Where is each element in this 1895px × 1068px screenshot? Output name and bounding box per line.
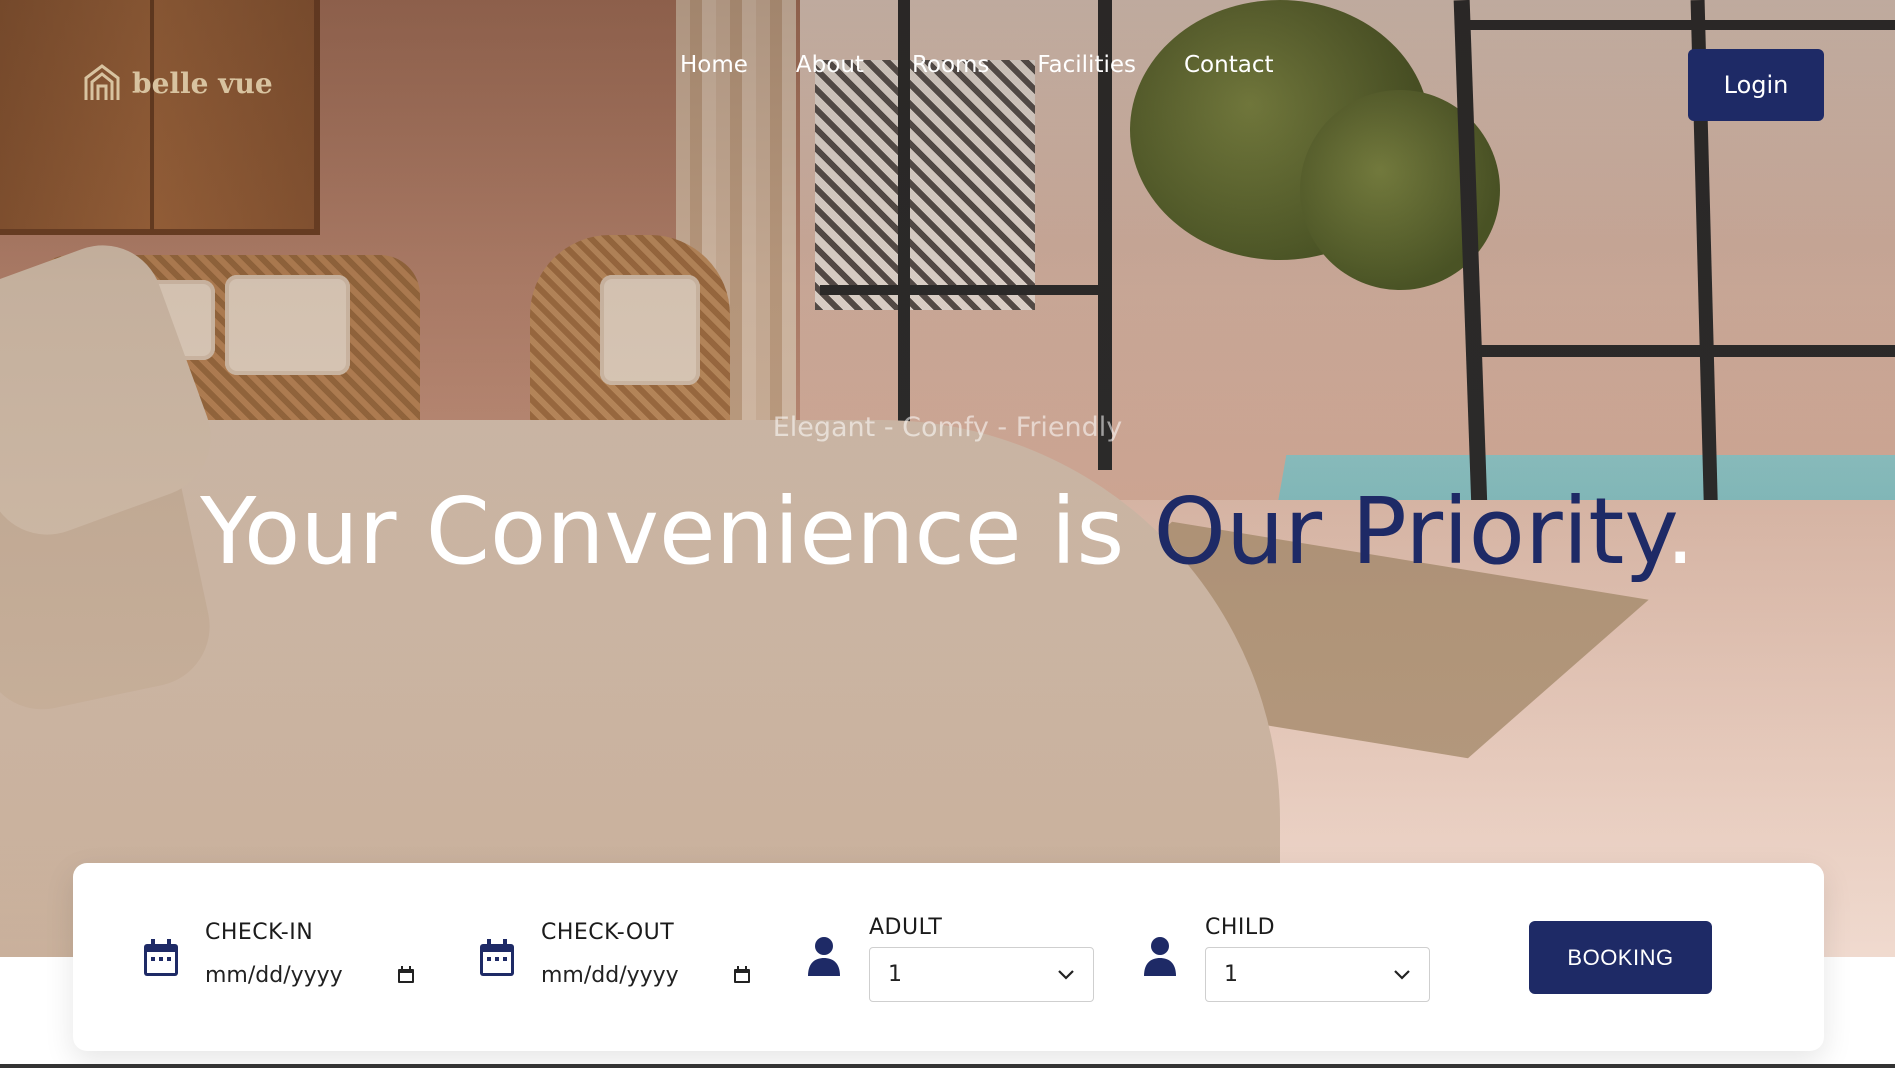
- child-label: CHILD: [1205, 915, 1276, 940]
- person-icon: [808, 937, 840, 976]
- check-in-label: CHECK-IN: [205, 920, 314, 945]
- headline-part1: Your Convenience is: [200, 478, 1154, 585]
- person-icon: [1144, 937, 1176, 976]
- nav-rooms[interactable]: Rooms: [912, 52, 989, 78]
- house-logo-icon: [84, 64, 120, 100]
- child-select[interactable]: 1: [1205, 947, 1430, 1002]
- page: belle vue Home About Rooms Facilities Co…: [0, 0, 1895, 1068]
- calendar-picker-icon[interactable]: [397, 966, 415, 984]
- calendar-icon: [144, 939, 178, 976]
- chevron-down-icon: [1058, 969, 1074, 980]
- adult-label: ADULT: [869, 915, 943, 940]
- brand-logo[interactable]: belle vue: [80, 60, 273, 106]
- chevron-down-icon: [1394, 969, 1410, 980]
- brand-name: belle vue: [132, 66, 273, 100]
- adult-select[interactable]: 1: [869, 947, 1094, 1002]
- hero-headline: Your Convenience is Our Priority.: [0, 478, 1895, 585]
- bottom-divider: [0, 1064, 1895, 1068]
- nav-facilities[interactable]: Facilities: [1037, 52, 1136, 78]
- login-button[interactable]: Login: [1688, 49, 1824, 121]
- booking-button[interactable]: BOOKING: [1529, 921, 1712, 994]
- adult-select-value: 1: [888, 962, 902, 987]
- check-in-placeholder: mm/dd/yyyy: [205, 962, 343, 988]
- main-nav: Home About Rooms Facilities Contact: [680, 52, 1273, 78]
- headline-accent: Our Priority: [1153, 478, 1666, 585]
- nav-home[interactable]: Home: [680, 52, 748, 78]
- check-out-input[interactable]: mm/dd/yyyy: [541, 958, 751, 992]
- calendar-picker-icon[interactable]: [733, 966, 751, 984]
- check-out-label: CHECK-OUT: [541, 920, 675, 945]
- nav-contact[interactable]: Contact: [1184, 52, 1273, 78]
- child-select-value: 1: [1224, 962, 1238, 987]
- check-out-placeholder: mm/dd/yyyy: [541, 962, 679, 988]
- headline-end: .: [1665, 478, 1695, 585]
- nav-about[interactable]: About: [796, 52, 864, 78]
- calendar-icon: [480, 939, 514, 976]
- check-in-input[interactable]: mm/dd/yyyy: [205, 958, 415, 992]
- hero-tagline: Elegant - Comfy - Friendly: [772, 412, 1123, 443]
